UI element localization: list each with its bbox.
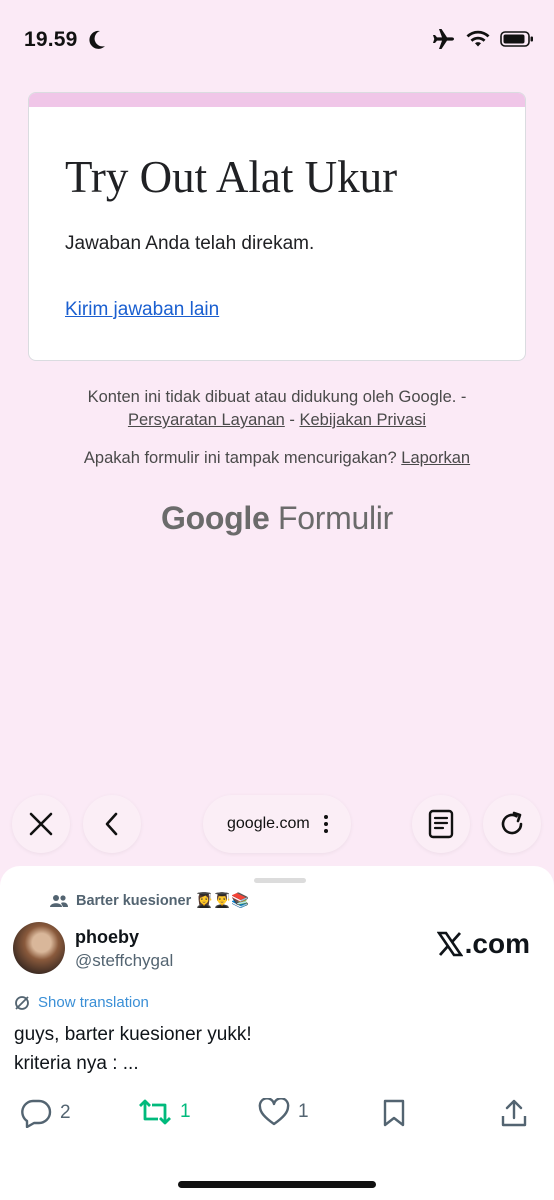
browser-toolbar: google.com — [0, 795, 554, 855]
reply-count: 2 — [60, 1102, 71, 1123]
logo-forms-word: Formulir — [278, 500, 393, 536]
retweet-button[interactable]: 1 — [138, 1098, 191, 1126]
share-button[interactable] — [500, 1098, 528, 1128]
logo-google-word: Google — [161, 500, 270, 536]
more-options-icon[interactable] — [323, 814, 329, 834]
wifi-icon — [466, 30, 490, 47]
disclaimer-text: Konten ini tidak dibuat atau didukung ol… — [87, 388, 467, 406]
chevron-left-icon — [105, 812, 118, 836]
back-button[interactable] — [83, 795, 141, 853]
close-button[interactable] — [12, 795, 70, 853]
privacy-policy-link[interactable]: Kebijakan Privasi — [299, 411, 426, 429]
reload-icon — [501, 811, 523, 835]
tweet-text: guys, barter kuesioner yukk! kriteria ny… — [14, 1020, 252, 1078]
report-prompt: Apakah formulir ini tampak mencurigakan? — [83, 449, 397, 467]
submit-another-response-link[interactable]: Kirim jawaban lain — [65, 299, 219, 321]
moon-icon — [89, 30, 105, 49]
x-com-logo[interactable]: .com — [436, 928, 530, 960]
battery-icon — [500, 31, 533, 47]
avatar[interactable] — [13, 922, 65, 974]
reply-icon — [21, 1099, 52, 1128]
footer-links: Persyaratan Layanan - Kebijakan Privasi — [0, 409, 554, 432]
x-com-suffix: .com — [464, 928, 530, 959]
share-icon — [501, 1099, 527, 1127]
like-button[interactable]: 1 — [258, 1098, 309, 1126]
form-confirmation-card: Try Out Alat Ukur Jawaban Anda telah dir… — [28, 92, 526, 361]
user-handle[interactable]: @steffchygal — [75, 951, 173, 971]
sheet-grabber[interactable] — [254, 878, 306, 883]
confirmation-message: Jawaban Anda telah direkam. — [65, 233, 315, 254]
report-row: Apakah formulir ini tampak mencurigakan?… — [0, 449, 554, 468]
retweet-count: 1 — [180, 1101, 191, 1122]
people-icon — [50, 894, 68, 907]
footer-disclaimer: Konten ini tidak dibuat atau didukung ol… — [0, 386, 554, 432]
status-bar: 19.59 — [0, 0, 554, 80]
x-logo-icon — [436, 931, 463, 957]
card-accent-bar — [29, 93, 525, 107]
report-link[interactable]: Laporkan — [401, 449, 470, 467]
reply-button[interactable]: 2 — [20, 1098, 71, 1128]
airplane-mode-icon — [433, 29, 454, 49]
terms-of-service-link[interactable]: Persyaratan Layanan — [128, 411, 285, 429]
display-name[interactable]: phoeby — [75, 927, 139, 948]
reader-mode-button[interactable] — [412, 795, 470, 853]
status-time: 19.59 — [24, 28, 78, 51]
url-text: google.com — [227, 815, 310, 832]
reader-icon — [428, 809, 454, 839]
google-forms-logo[interactable]: Google Formulir — [0, 500, 554, 537]
form-title: Try Out Alat Ukur — [65, 152, 398, 202]
close-icon — [29, 812, 53, 836]
translate-icon — [15, 995, 29, 1010]
community-label[interactable]: Barter kuesioner 👩‍🎓👨‍🎓📚 — [50, 892, 249, 909]
tweet-text-line2: kriteria nya : ... — [14, 1053, 139, 1074]
show-translation-link[interactable]: Show translation — [14, 994, 149, 1011]
bookmark-icon — [383, 1099, 405, 1127]
heart-icon — [258, 1098, 290, 1126]
bookmark-button[interactable] — [381, 1098, 407, 1128]
community-name: Barter kuesioner 👩‍🎓👨‍🎓📚 — [76, 893, 250, 909]
home-indicator[interactable] — [178, 1181, 376, 1188]
like-count: 1 — [298, 1101, 309, 1122]
status-icons — [432, 28, 534, 50]
url-bar[interactable]: google.com — [203, 795, 351, 853]
reload-button[interactable] — [483, 795, 541, 853]
tweet-text-line1: guys, barter kuesioner yukk! — [14, 1024, 252, 1045]
tweet-sheet: Barter kuesioner 👩‍🎓👨‍🎓📚 phoeby @steffch… — [0, 866, 554, 1200]
retweet-icon — [139, 1099, 171, 1125]
show-translation-label: Show translation — [38, 994, 149, 1011]
link-separator: - — [289, 411, 295, 429]
tweet-actions: 2 1 1 — [0, 1098, 554, 1138]
